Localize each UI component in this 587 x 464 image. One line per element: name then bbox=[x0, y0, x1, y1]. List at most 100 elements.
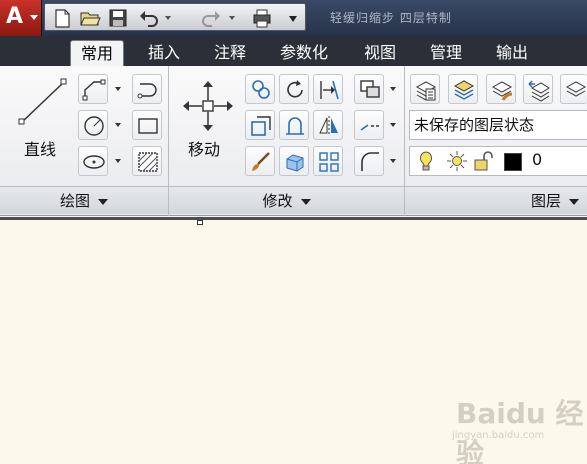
mirror-button[interactable] bbox=[313, 110, 343, 140]
layers-panel-label: 图层 bbox=[530, 192, 561, 210]
explode-button[interactable] bbox=[279, 146, 309, 176]
grid-array-icon bbox=[319, 152, 339, 172]
arc-icon bbox=[137, 83, 157, 99]
chevron-down-icon bbox=[98, 198, 108, 205]
trim-icon bbox=[320, 80, 339, 100]
cube-icon bbox=[286, 154, 304, 172]
ellipse-dropdown-icon[interactable] bbox=[115, 159, 121, 163]
stretch-icon bbox=[251, 116, 271, 136]
rotate-button[interactable] bbox=[279, 74, 309, 104]
modify-panel-label: 修改 bbox=[262, 192, 293, 210]
tab-home[interactable]: 常用 bbox=[70, 40, 125, 66]
layer-properties-icon bbox=[415, 81, 437, 101]
line-icon bbox=[18, 78, 67, 125]
layer-properties-button[interactable] bbox=[410, 74, 440, 104]
polyline-dropdown-icon[interactable] bbox=[115, 87, 121, 91]
chamfer-dropdown-icon[interactable] bbox=[390, 159, 396, 163]
circle-icon bbox=[84, 116, 104, 136]
break-dropdown-icon[interactable] bbox=[390, 123, 396, 127]
undo-dropdown-icon[interactable] bbox=[165, 16, 171, 20]
polyline-button[interactable] bbox=[78, 74, 108, 104]
chevron-down-icon bbox=[30, 15, 38, 20]
copy-button[interactable] bbox=[245, 74, 275, 104]
chevron-down-icon bbox=[569, 198, 579, 205]
new-file-icon[interactable] bbox=[51, 7, 73, 29]
layer-state-button[interactable] bbox=[448, 74, 478, 104]
chevron-down-icon bbox=[300, 198, 311, 205]
circle-button[interactable] bbox=[78, 110, 108, 140]
ribbon-tab-bar: 常用 插入 注释 参数化 视图 管理 输出 bbox=[0, 36, 587, 66]
ellipse-button[interactable] bbox=[78, 146, 108, 176]
layers-stack-icon bbox=[453, 80, 475, 100]
line-tool-button[interactable]: 直线 bbox=[10, 72, 72, 162]
application-menu-button[interactable]: A bbox=[0, 0, 42, 36]
move-label: 移动 bbox=[188, 140, 221, 159]
stretch-button[interactable] bbox=[245, 110, 275, 140]
open-folder-icon[interactable] bbox=[79, 7, 101, 29]
layers-panel-title[interactable]: 图层 bbox=[405, 186, 587, 214]
modify-panel-title[interactable]: 修改 bbox=[169, 186, 404, 214]
watermark-logo: Baidu 经验 bbox=[456, 397, 584, 464]
draw-panel-title[interactable]: 绘图 bbox=[0, 186, 168, 214]
chamfer-button[interactable] bbox=[354, 146, 384, 176]
hatch-icon bbox=[138, 152, 158, 172]
layer-brush-icon bbox=[491, 81, 513, 101]
customize-qat-icon[interactable] bbox=[289, 16, 297, 22]
redo-dropdown-icon[interactable] bbox=[229, 16, 235, 20]
tab-annotate[interactable]: 注释 bbox=[204, 40, 256, 66]
ribbon-panels: 直线 绘图 移动 修改 未保存的图层状态 0 图层 bbox=[0, 66, 587, 216]
layer-state-select[interactable]: 未保存的图层状态 bbox=[409, 110, 587, 140]
unlock-icon[interactable] bbox=[472, 150, 494, 172]
copy-icon bbox=[252, 80, 270, 99]
move-icon bbox=[183, 81, 233, 131]
tab-manage[interactable]: 管理 bbox=[420, 40, 472, 66]
watermark-url: jingyan.baidu.com bbox=[452, 430, 545, 441]
layer-previous-button[interactable] bbox=[523, 74, 553, 104]
line-label: 直线 bbox=[24, 140, 57, 159]
layer-previous-icon bbox=[528, 80, 550, 102]
hatch-button[interactable] bbox=[132, 146, 162, 176]
autocad-window: A 轻缓归缩步 四层特制 常用 插入 注释 参数化 视图 管理 输出 直线 绘图… bbox=[0, 0, 587, 464]
rectangle-button[interactable] bbox=[132, 110, 162, 140]
arrange-dropdown-icon[interactable] bbox=[390, 87, 396, 91]
tab-output[interactable]: 输出 bbox=[486, 40, 538, 66]
brush-icon bbox=[252, 152, 270, 171]
polyline-icon bbox=[82, 79, 106, 101]
circle-dropdown-icon[interactable] bbox=[115, 123, 121, 127]
fillet-button[interactable] bbox=[279, 110, 309, 140]
rectangle-icon bbox=[138, 118, 158, 134]
quarter-arc-icon bbox=[361, 152, 379, 171]
tab-parametric[interactable]: 参数化 bbox=[270, 40, 338, 66]
crosshair-grip bbox=[197, 220, 203, 225]
fillet-icon bbox=[286, 117, 304, 135]
plot-printer-icon[interactable] bbox=[251, 7, 273, 29]
trim-button[interactable] bbox=[313, 74, 343, 104]
layer-color-swatch[interactable] bbox=[504, 153, 522, 171]
autocad-logo-icon: A bbox=[6, 4, 24, 29]
layer-isolate-button[interactable] bbox=[560, 74, 587, 104]
break-button[interactable] bbox=[354, 110, 384, 140]
lightbulb-icon[interactable] bbox=[416, 150, 436, 172]
undo-icon[interactable] bbox=[137, 7, 159, 29]
tab-insert[interactable]: 插入 bbox=[138, 40, 190, 66]
layer-match-button[interactable] bbox=[486, 74, 516, 104]
title-bar: A 轻缓归缩步 四层特制 bbox=[0, 0, 587, 36]
match-properties-button[interactable] bbox=[245, 146, 275, 176]
rotate-icon bbox=[287, 80, 303, 98]
sun-icon[interactable] bbox=[446, 150, 468, 172]
dash-line-icon bbox=[360, 124, 379, 131]
erase-button[interactable] bbox=[354, 74, 384, 104]
layered-squares-icon bbox=[360, 80, 380, 98]
quick-access-toolbar bbox=[44, 3, 306, 31]
redo-icon[interactable] bbox=[201, 7, 223, 29]
move-tool-button[interactable]: 移动 bbox=[176, 72, 238, 162]
tab-view[interactable]: 视图 bbox=[354, 40, 406, 66]
current-layer-select[interactable]: 0 bbox=[409, 146, 587, 176]
window-title: 轻缓归缩步 四层特制 bbox=[330, 11, 452, 25]
arc-button[interactable] bbox=[132, 74, 162, 104]
array-button[interactable] bbox=[313, 146, 343, 176]
save-icon[interactable] bbox=[107, 7, 129, 29]
current-layer-name: 0 bbox=[532, 150, 543, 169]
draw-panel-label: 绘图 bbox=[59, 192, 90, 210]
layer-isolate-icon bbox=[565, 81, 587, 97]
